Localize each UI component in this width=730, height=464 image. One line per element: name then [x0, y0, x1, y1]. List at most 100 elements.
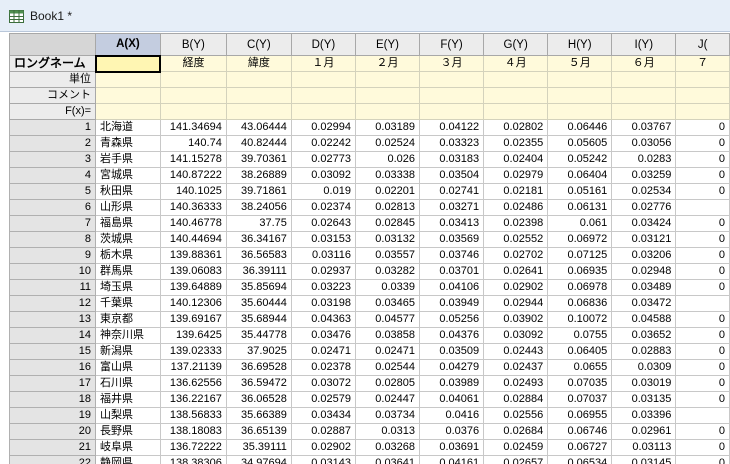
- label-cell[interactable]: [419, 71, 485, 88]
- table-cell[interactable]: 0.03472: [611, 295, 677, 312]
- table-cell[interactable]: 0.03734: [354, 407, 421, 424]
- table-cell[interactable]: 新潟県: [95, 343, 161, 360]
- table-cell[interactable]: 青森県: [95, 135, 161, 152]
- label-cell[interactable]: [483, 87, 549, 104]
- table-cell[interactable]: 0.02544: [354, 359, 421, 376]
- table-cell[interactable]: 0.019: [290, 183, 356, 200]
- table-cell[interactable]: 0.03504: [419, 167, 485, 184]
- label-cell[interactable]: [483, 103, 549, 120]
- worksheet-grid[interactable]: A(X) B(Y) C(Y) D(Y) E(Y) F(Y) G(Y) H(Y) I(Y) J(ロン…: [9, 33, 730, 464]
- table-cell[interactable]: 0.03153: [290, 231, 356, 248]
- table-cell[interactable]: 140.36333: [159, 199, 227, 216]
- table-cell[interactable]: 0.02741: [419, 183, 485, 200]
- table-cell[interactable]: 0.02961: [611, 423, 677, 440]
- label-cell[interactable]: [225, 87, 292, 104]
- column-header[interactable]: I(Y): [611, 33, 677, 56]
- label-cell[interactable]: [95, 103, 161, 120]
- table-cell[interactable]: 秋田県: [95, 183, 161, 200]
- table-cell[interactable]: 0.03143: [290, 455, 356, 464]
- table-cell[interactable]: 0.06131: [547, 199, 613, 216]
- table-cell[interactable]: 0: [675, 327, 730, 344]
- row-header[interactable]: 14: [9, 327, 97, 344]
- row-header[interactable]: 11: [9, 279, 97, 296]
- table-cell[interactable]: 139.64889: [159, 279, 227, 296]
- table-cell[interactable]: 0.03019: [611, 375, 677, 392]
- table-cell[interactable]: 0.03092: [290, 167, 356, 184]
- table-cell[interactable]: 石川県: [95, 375, 161, 392]
- label-row-header[interactable]: 単位: [9, 71, 97, 88]
- table-cell[interactable]: 0.02813: [354, 199, 421, 216]
- table-cell[interactable]: 0.02201: [354, 183, 421, 200]
- table-cell[interactable]: 0.07037: [547, 391, 613, 408]
- label-cell[interactable]: [675, 103, 730, 120]
- label-cell[interactable]: ３月: [419, 55, 485, 72]
- table-cell[interactable]: 139.6425: [159, 327, 227, 344]
- table-cell[interactable]: 0: [675, 359, 730, 376]
- table-cell[interactable]: 埼玉県: [95, 279, 161, 296]
- table-cell[interactable]: 0.06727: [547, 439, 613, 456]
- table-cell[interactable]: 36.06528: [225, 391, 292, 408]
- label-cell[interactable]: [419, 103, 485, 120]
- table-cell[interactable]: 0.02884: [483, 391, 549, 408]
- table-cell[interactable]: [675, 407, 730, 424]
- table-cell[interactable]: 0.02443: [483, 343, 549, 360]
- table-cell[interactable]: 139.88361: [159, 247, 227, 264]
- label-cell[interactable]: [675, 71, 730, 88]
- title-bar[interactable]: Book1 *: [0, 0, 730, 32]
- table-cell[interactable]: 0.0313: [354, 423, 421, 440]
- label-row-header[interactable]: F(x)=: [9, 103, 97, 120]
- label-cell[interactable]: [95, 87, 161, 104]
- table-cell[interactable]: 36.69528: [225, 359, 292, 376]
- table-cell[interactable]: 0.03509: [419, 343, 485, 360]
- table-cell[interactable]: 0: [675, 183, 730, 200]
- column-header[interactable]: B(Y): [159, 33, 227, 56]
- label-cell[interactable]: [547, 103, 613, 120]
- label-cell[interactable]: [159, 103, 227, 120]
- table-cell[interactable]: 0.02902: [483, 279, 549, 296]
- table-cell[interactable]: 0.02979: [483, 167, 549, 184]
- table-cell[interactable]: [675, 199, 730, 216]
- table-cell[interactable]: 0.0416: [419, 407, 485, 424]
- table-cell[interactable]: 0.03465: [354, 295, 421, 312]
- table-cell[interactable]: 神奈川県: [95, 327, 161, 344]
- label-cell[interactable]: [290, 71, 356, 88]
- table-cell[interactable]: 0.03323: [419, 135, 485, 152]
- table-cell[interactable]: 0.03206: [611, 247, 677, 264]
- label-cell[interactable]: ６月: [611, 55, 677, 72]
- table-cell[interactable]: 0.04279: [419, 359, 485, 376]
- table-cell[interactable]: 139.02333: [159, 343, 227, 360]
- table-cell[interactable]: 千葉県: [95, 295, 161, 312]
- table-cell[interactable]: 36.65139: [225, 423, 292, 440]
- table-cell[interactable]: 140.74: [159, 135, 227, 152]
- table-cell[interactable]: 0.02374: [290, 199, 356, 216]
- table-cell[interactable]: 38.24056: [225, 199, 292, 216]
- table-cell[interactable]: 北海道: [95, 119, 161, 136]
- select-all-corner[interactable]: [9, 33, 97, 56]
- table-cell[interactable]: 35.85694: [225, 279, 292, 296]
- table-cell[interactable]: 栃木県: [95, 247, 161, 264]
- table-cell[interactable]: 140.44694: [159, 231, 227, 248]
- table-cell[interactable]: 36.56583: [225, 247, 292, 264]
- table-cell[interactable]: 39.70361: [225, 151, 292, 168]
- table-cell[interactable]: 0.03072: [290, 375, 356, 392]
- row-header[interactable]: 20: [9, 423, 97, 440]
- row-header[interactable]: 12: [9, 295, 97, 312]
- table-cell[interactable]: 140.12306: [159, 295, 227, 312]
- table-cell[interactable]: 0.05605: [547, 135, 613, 152]
- table-cell[interactable]: 0.03434: [290, 407, 356, 424]
- table-cell[interactable]: 0.03116: [290, 247, 356, 264]
- label-cell[interactable]: [290, 87, 356, 104]
- table-cell[interactable]: 0.04363: [290, 311, 356, 328]
- table-cell[interactable]: 0.02657: [483, 455, 549, 464]
- table-cell[interactable]: 0.03259: [611, 167, 677, 184]
- table-cell[interactable]: 0.04161: [419, 455, 485, 464]
- table-cell[interactable]: 0.03198: [290, 295, 356, 312]
- table-cell[interactable]: 39.71861: [225, 183, 292, 200]
- table-cell[interactable]: 0.0655: [547, 359, 613, 376]
- table-cell[interactable]: 141.34694: [159, 119, 227, 136]
- table-cell[interactable]: 宮城県: [95, 167, 161, 184]
- row-header[interactable]: 4: [9, 167, 97, 184]
- table-cell[interactable]: 0.03569: [419, 231, 485, 248]
- table-cell[interactable]: 岩手県: [95, 151, 161, 168]
- table-cell[interactable]: 37.75: [225, 215, 292, 232]
